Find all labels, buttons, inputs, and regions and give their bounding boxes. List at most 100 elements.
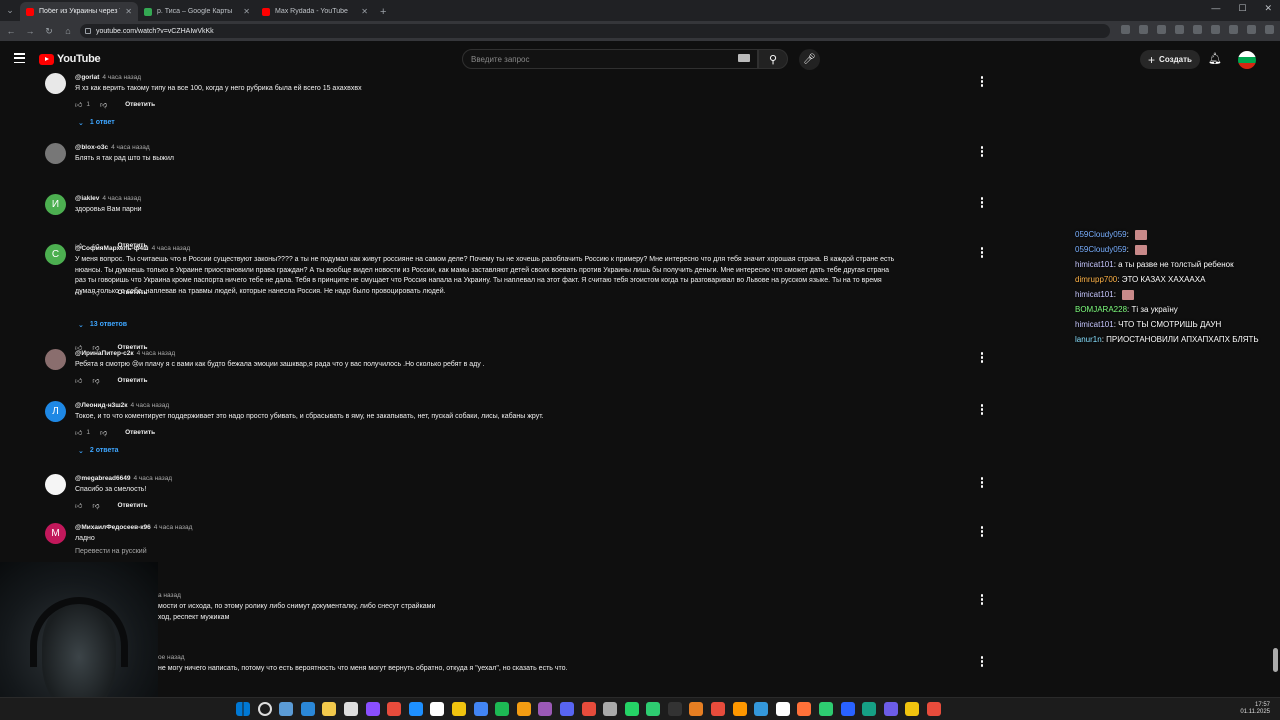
comment-author[interactable]: @СофияМархель-ф4ш bbox=[75, 245, 149, 252]
taskbar-app-icon[interactable] bbox=[365, 702, 380, 716]
comment-timestamp[interactable]: 4 часа назад bbox=[154, 524, 193, 531]
comment-more-actions-icon[interactable] bbox=[980, 404, 984, 416]
taskbar-app-icon[interactable] bbox=[797, 702, 812, 716]
comment-more-actions-icon[interactable] bbox=[980, 594, 984, 606]
view-replies-button[interactable]: ⌄ 13 ответов bbox=[78, 321, 127, 329]
translate-button[interactable]: Перевести на русский bbox=[75, 548, 147, 555]
install-icon[interactable] bbox=[1121, 25, 1130, 34]
home-icon[interactable]: ⌂ bbox=[63, 26, 73, 36]
taskbar-app-icon[interactable] bbox=[840, 702, 855, 716]
like-icon[interactable]: 👍︎ bbox=[75, 288, 82, 297]
account-avatar[interactable] bbox=[1238, 51, 1256, 69]
view-replies-button[interactable]: ⌄ 2 ответа bbox=[78, 447, 119, 455]
taskbar-app-icon[interactable] bbox=[732, 702, 747, 716]
close-window-icon[interactable]: ✕ bbox=[1264, 3, 1272, 14]
taskbar-app-icon[interactable] bbox=[819, 702, 834, 716]
taskbar-app-icon[interactable] bbox=[754, 702, 769, 716]
comment-more-actions-icon[interactable] bbox=[980, 477, 984, 489]
comment-more-actions-icon[interactable] bbox=[980, 197, 984, 209]
dislike-icon[interactable]: 👎︎ bbox=[92, 501, 99, 510]
taskbar-app-icon[interactable] bbox=[408, 702, 423, 716]
comment-author[interactable]: @МихаилФедосеев-к96 bbox=[75, 524, 151, 531]
taskbar-app-icon[interactable] bbox=[516, 702, 531, 716]
like-icon[interactable]: 👍︎ bbox=[75, 428, 82, 437]
comment-author[interactable]: @gorlat bbox=[75, 74, 99, 81]
voice-search-button[interactable]: 🎤︎ bbox=[799, 49, 820, 70]
comment-author[interactable]: @megabread6649 bbox=[75, 475, 130, 482]
maximize-icon[interactable]: ☐ bbox=[1238, 3, 1246, 14]
taskbar-app-icon[interactable] bbox=[343, 702, 358, 716]
back-icon[interactable]: ← bbox=[6, 26, 16, 36]
new-tab-button[interactable]: + bbox=[374, 6, 392, 21]
reply-button[interactable]: Ответить bbox=[117, 502, 147, 509]
comment-avatar[interactable] bbox=[45, 143, 66, 164]
comment-avatar[interactable] bbox=[45, 349, 66, 370]
comment-timestamp[interactable]: 4 часа назад bbox=[137, 350, 176, 357]
sidebar-icon[interactable] bbox=[1229, 25, 1238, 34]
dislike-icon[interactable]: 👎︎ bbox=[100, 428, 107, 437]
chat-username[interactable]: lanur1n bbox=[1075, 335, 1102, 344]
browser-tab[interactable]: Max Rydada - YouTube ✕ bbox=[256, 2, 374, 21]
forward-icon[interactable]: → bbox=[25, 26, 35, 36]
taskbar-app-icon[interactable] bbox=[387, 702, 402, 716]
browser-tab[interactable]: Побег из Украины через Ти ✕ bbox=[20, 2, 138, 21]
reply-button[interactable]: Ответить bbox=[125, 101, 155, 108]
chat-username[interactable]: BOMJARA228 bbox=[1075, 305, 1127, 314]
comment-more-actions-icon[interactable] bbox=[980, 656, 984, 668]
chat-username[interactable]: himicat101 bbox=[1075, 320, 1114, 329]
chat-username[interactable]: 059Cloudy059 bbox=[1075, 230, 1127, 239]
taskbar-app-icon[interactable] bbox=[279, 702, 294, 716]
chat-username[interactable]: dimrupp700 bbox=[1075, 275, 1117, 284]
comment-timestamp[interactable]: ое назад bbox=[158, 654, 185, 661]
search-input[interactable]: Введите запрос bbox=[462, 49, 758, 69]
taskbar-app-icon[interactable] bbox=[927, 702, 941, 716]
search-button[interactable]: ⚲ bbox=[758, 49, 788, 69]
bookmark-star-icon[interactable] bbox=[1157, 25, 1166, 34]
reply-button[interactable]: Ответить bbox=[117, 377, 147, 384]
comment-timestamp[interactable]: 4 часа назад bbox=[102, 74, 141, 81]
site-info-icon[interactable] bbox=[85, 28, 91, 34]
notifications-bell-icon[interactable]: 🔔︎ bbox=[1208, 52, 1222, 65]
taskbar-app-icon[interactable] bbox=[624, 702, 639, 716]
taskbar-app-icon[interactable] bbox=[667, 702, 682, 716]
comment-avatar[interactable]: С bbox=[45, 244, 66, 265]
comment-more-actions-icon[interactable] bbox=[980, 146, 984, 158]
comment-more-actions-icon[interactable] bbox=[980, 76, 984, 88]
browser-tab[interactable]: р. Тиса – Google Карты ✕ bbox=[138, 2, 256, 21]
dislike-icon[interactable]: 👎︎ bbox=[92, 376, 99, 385]
minimize-icon[interactable]: — bbox=[1211, 3, 1220, 14]
reload-icon[interactable]: ↻ bbox=[44, 26, 54, 37]
dislike-icon[interactable]: 👎︎ bbox=[92, 288, 99, 297]
chat-username[interactable]: himicat101 bbox=[1075, 260, 1114, 269]
taskbar-app-icon[interactable] bbox=[430, 702, 445, 716]
tab-search-icon[interactable]: ⌄ bbox=[0, 0, 20, 21]
taskbar-app-icon[interactable] bbox=[451, 702, 466, 716]
view-replies-button[interactable]: ⌄ 1 ответ bbox=[78, 119, 115, 127]
comment-author[interactable]: @iaklev bbox=[75, 195, 99, 202]
chat-username[interactable]: himicat101 bbox=[1075, 290, 1114, 299]
taskbar-app-icon[interactable] bbox=[322, 702, 337, 716]
browser-menu-icon[interactable] bbox=[1265, 25, 1274, 34]
reply-button[interactable]: Ответить bbox=[125, 429, 155, 436]
comment-author[interactable]: @Леонид-н3ш2к bbox=[75, 402, 128, 409]
profile-icon[interactable] bbox=[1247, 25, 1256, 34]
taskbar-app-icon[interactable] bbox=[689, 702, 704, 716]
reply-button[interactable]: Ответить bbox=[117, 289, 147, 296]
comment-avatar[interactable]: И bbox=[45, 194, 66, 215]
comment-more-actions-icon[interactable] bbox=[980, 247, 984, 259]
comment-timestamp[interactable]: 4 часа назад bbox=[152, 245, 191, 252]
taskbar-app-icon[interactable] bbox=[603, 702, 618, 716]
comment-timestamp[interactable]: а назад bbox=[158, 592, 181, 599]
like-icon[interactable]: 👍︎ bbox=[75, 501, 82, 510]
comment-avatar[interactable]: Л bbox=[45, 401, 66, 422]
taskbar-app-icon[interactable] bbox=[862, 702, 877, 716]
comment-author[interactable]: @blox-o3c bbox=[75, 144, 108, 151]
system-clock[interactable]: 17:57 01.11.2025 bbox=[1240, 702, 1270, 716]
youtube-logo[interactable]: YouTube bbox=[39, 53, 101, 65]
tab-close-icon[interactable]: ✕ bbox=[361, 7, 368, 16]
like-icon[interactable]: 👍︎ bbox=[75, 100, 82, 109]
like-icon[interactable]: 👍︎ bbox=[75, 376, 82, 385]
taskbar-app-icon[interactable] bbox=[581, 702, 596, 716]
zoom-icon[interactable] bbox=[1139, 25, 1148, 34]
comment-avatar[interactable] bbox=[45, 73, 66, 94]
